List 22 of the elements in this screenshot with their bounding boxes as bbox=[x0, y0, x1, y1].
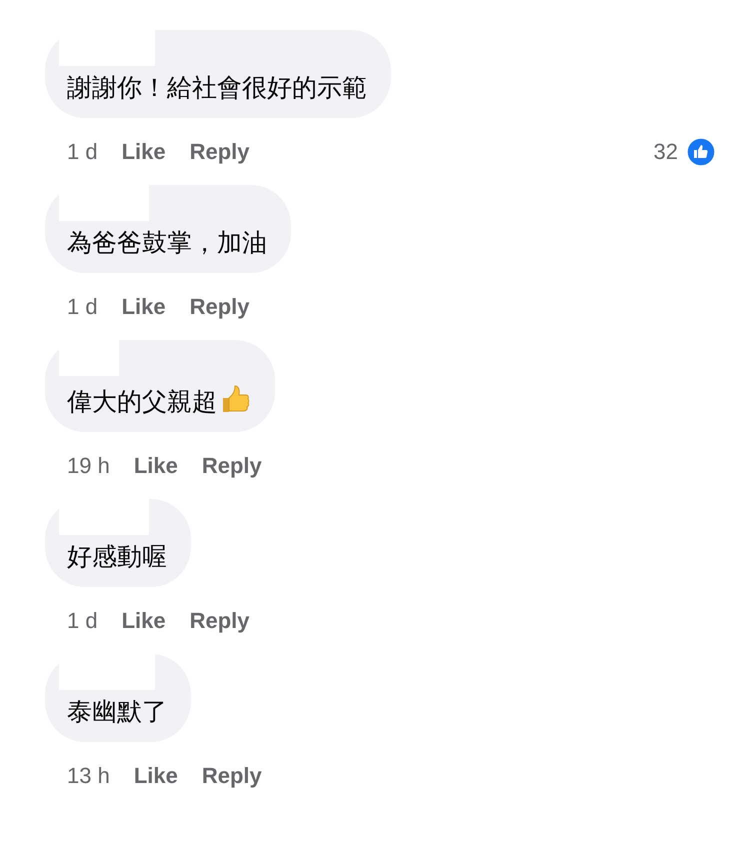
reply-link[interactable]: Reply bbox=[190, 290, 250, 323]
like-link[interactable]: Like bbox=[134, 449, 178, 482]
comment-text: 為爸爸鼓掌，加油 bbox=[66, 228, 267, 259]
comment-text: 泰幽默了 bbox=[66, 697, 167, 728]
reaction-count: 32 bbox=[654, 138, 678, 166]
comment-time: 1 d bbox=[67, 138, 98, 166]
reply-link[interactable]: Reply bbox=[190, 135, 250, 168]
comment-time: 1 d bbox=[67, 607, 98, 635]
like-link[interactable]: Like bbox=[122, 290, 166, 323]
reply-link[interactable]: Reply bbox=[202, 449, 262, 482]
comment-time: 19 h bbox=[67, 452, 110, 480]
comment-time: 13 h bbox=[67, 762, 110, 790]
like-link[interactable]: Like bbox=[134, 759, 178, 792]
comment-time: 1 d bbox=[67, 293, 98, 321]
reply-link[interactable]: Reply bbox=[202, 759, 262, 792]
comment-text: 好感動喔 bbox=[66, 542, 167, 573]
reply-link[interactable]: Reply bbox=[190, 604, 250, 637]
like-link[interactable]: Like bbox=[122, 135, 166, 168]
like-link[interactable]: Like bbox=[122, 604, 166, 637]
comment-text: 偉大的父親超 bbox=[59, 382, 251, 418]
comment-text: 謝謝你！給社會很好的示範 bbox=[66, 73, 367, 104]
like-reaction-icon bbox=[686, 136, 716, 166]
